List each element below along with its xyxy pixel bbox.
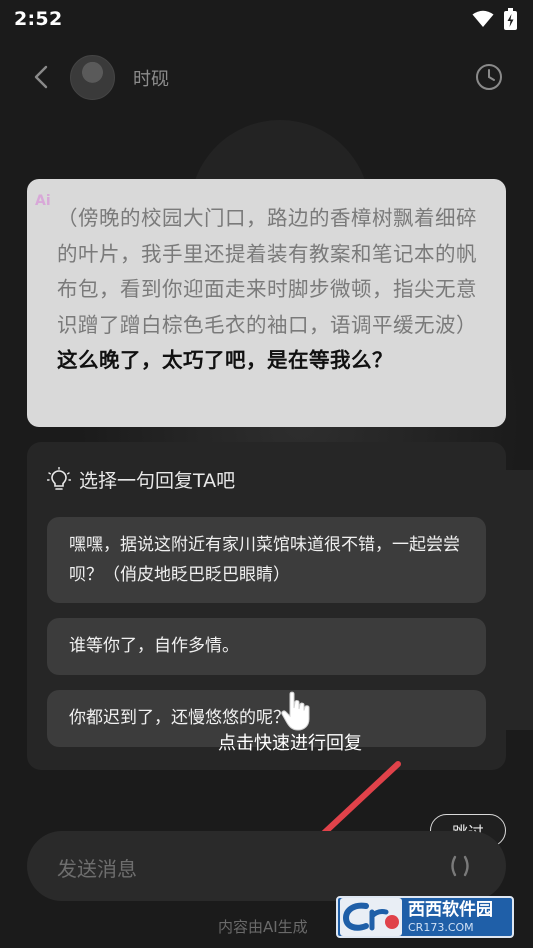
lightbulb-icon	[47, 466, 71, 490]
ai-generated-note: 内容由AI生成	[218, 918, 308, 936]
site-watermark: 西西软件园 CR173.COM	[336, 896, 514, 938]
message-speech: 这么晚了，太巧了吧，是在等我么？	[57, 348, 393, 372]
reply-title: 选择一句回复TA吧	[79, 470, 236, 492]
message-bubble: Ai （傍晚的校园大门口，路边的香樟树飘着细碎的叶片，我手里还提着装有教案和笔记…	[27, 179, 506, 427]
back-arrow-icon[interactable]	[30, 64, 52, 90]
watermark-name: 西西软件园	[408, 899, 493, 920]
message-text: （傍晚的校园大门口，路边的香樟树飘着细碎的叶片，我手里还提着装有教案和笔记本的帆…	[57, 201, 488, 379]
watermark-text: 西西软件园 CR173.COM	[408, 899, 493, 934]
status-time: 2:52	[14, 8, 63, 30]
voice-wave-icon[interactable]	[447, 853, 473, 879]
message-input[interactable]: 发送消息	[57, 853, 137, 882]
reply-header: 选择一句回复TA吧	[47, 466, 235, 493]
contact-name: 时砚	[133, 69, 169, 90]
wifi-icon	[472, 10, 494, 27]
status-icons	[472, 8, 517, 30]
tap-hand-icon	[281, 691, 310, 731]
status-bar: 2:52	[0, 0, 533, 38]
chat-header: 时砚	[0, 52, 533, 102]
watermark-url: CR173.COM	[408, 920, 474, 934]
reply-option-1[interactable]: 嘿嘿，据说这附近有家川菜馆味道很不错，一起尝尝呗？（俏皮地眨巴眨巴眼睛）	[47, 517, 486, 603]
avatar[interactable]	[70, 55, 115, 100]
battery-charging-icon	[504, 8, 517, 30]
ai-sparkle-icon: Ai	[35, 193, 51, 209]
watermark-logo	[340, 898, 402, 936]
reply-suggestions-panel: 选择一句回复TA吧 嘿嘿，据说这附近有家川菜馆味道很不错，一起尝尝呗？（俏皮地眨…	[27, 442, 506, 770]
message-narration: （傍晚的校园大门口，路边的香樟树飘着细碎的叶片，我手里还提着装有教案和笔记本的帆…	[57, 206, 477, 337]
history-clock-icon[interactable]	[475, 63, 503, 91]
message-input-bar[interactable]: 发送消息	[27, 831, 506, 901]
reply-option-2[interactable]: 谁等你了，自作多情。	[47, 618, 486, 675]
quick-reply-hint: 点击快速进行回复	[218, 733, 362, 754]
